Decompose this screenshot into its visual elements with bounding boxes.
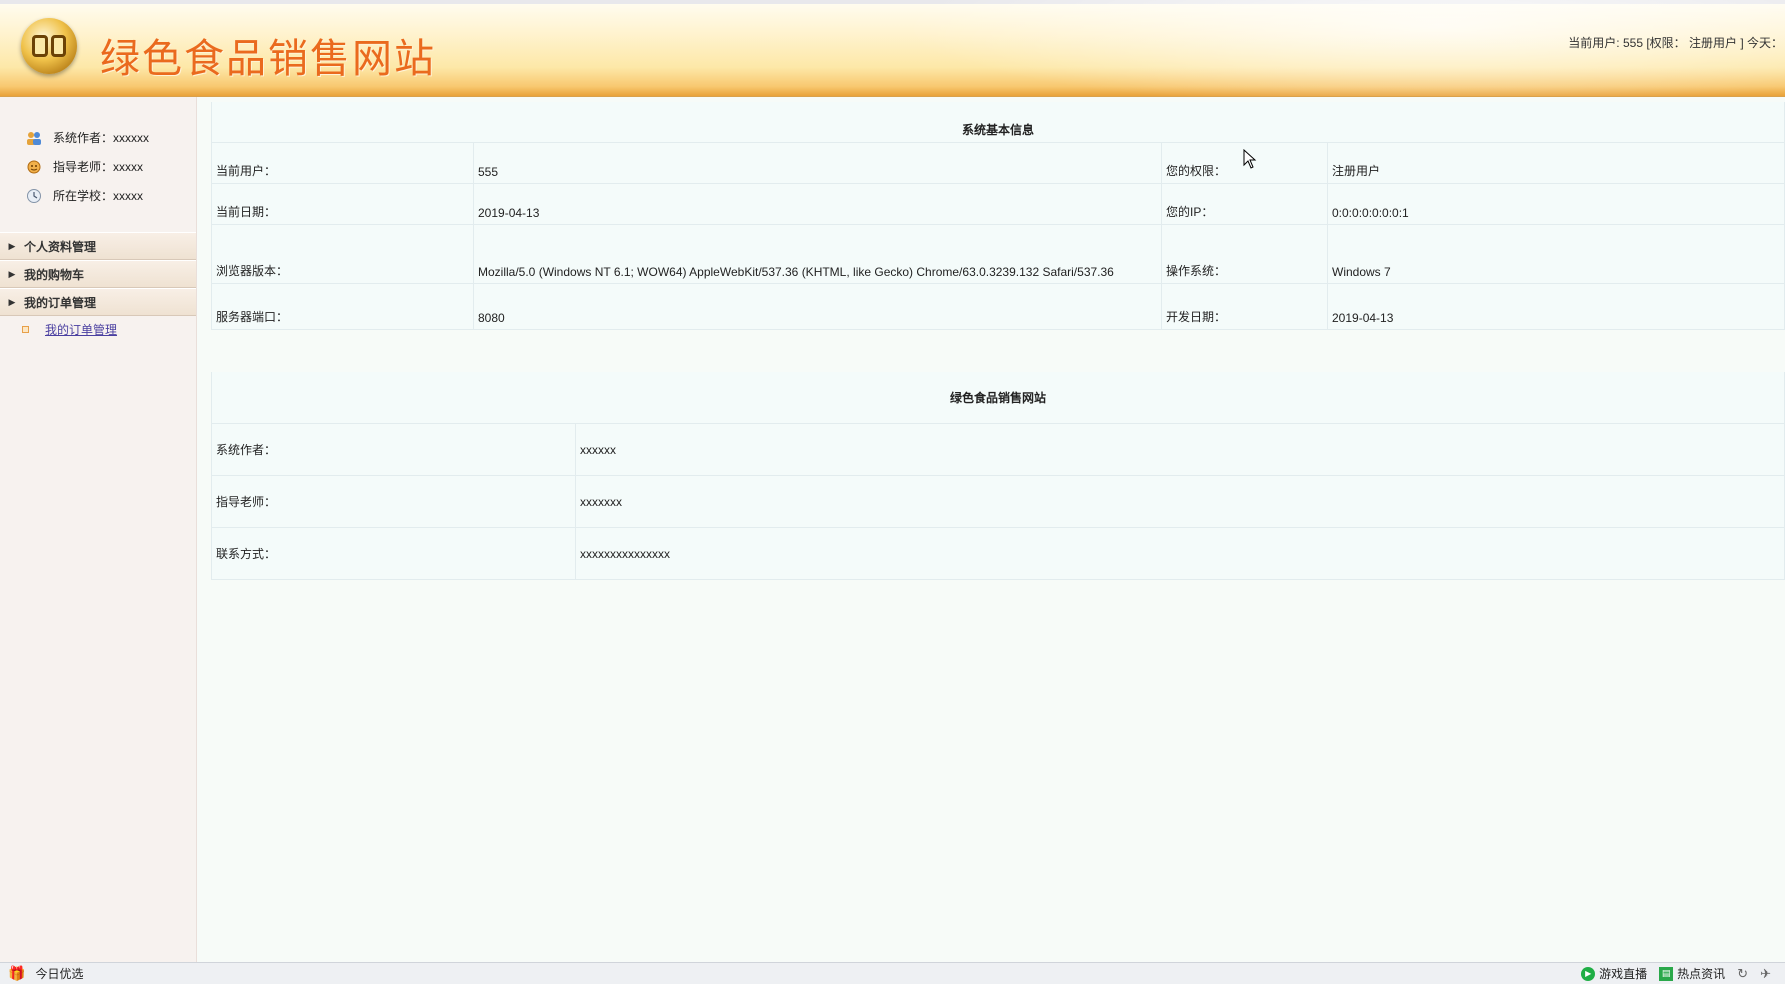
- users-icon: [25, 129, 43, 147]
- field-value: 2019-04-13: [473, 183, 1162, 225]
- mouse-cursor-icon: [1243, 149, 1257, 169]
- system-info-table: 系统基本信息 当前用户： 555 您的权限： 注册用户 当前日期： 2019-0…: [211, 102, 1785, 330]
- field-value: 8080: [473, 283, 1162, 330]
- sidebar-info: 系统作者：xxxxxx 指导老师：xxxxx 所在学校：xxxxx: [0, 97, 196, 210]
- field-label: 联系方式：: [211, 527, 576, 580]
- main-content: 系统基本信息 当前用户： 555 您的权限： 注册用户 当前日期： 2019-0…: [211, 102, 1785, 580]
- taskbar-right: ▶ 游戏直播 ▤ 热点资讯 ↻ ✈: [1581, 963, 1771, 984]
- table-row: 服务器端口： 8080 开发日期： 2019-04-13: [211, 283, 1785, 330]
- sidebar-info-label: 系统作者：xxxxxx: [53, 131, 150, 145]
- gift-icon: 🎁: [8, 965, 26, 981]
- table-row: 系统作者： xxxxxx: [211, 423, 1785, 476]
- hot-news-button[interactable]: ▤ 热点资讯: [1659, 965, 1725, 982]
- site-info-title: 绿色食品销售网站: [211, 371, 1785, 424]
- field-label: 服务器端口：: [211, 283, 474, 330]
- hot-news-label: 热点资讯: [1677, 967, 1726, 981]
- field-label: 指导老师：: [211, 475, 576, 528]
- sidebar-item-label: 个人资料管理: [24, 239, 97, 254]
- school-icon: [25, 187, 43, 205]
- field-value: 0:0:0:0:0:0:0:1: [1327, 183, 1785, 225]
- site-info-table: 绿色食品销售网站 系统作者： xxxxxx 指导老师： xxxxxxx 联系方式…: [211, 371, 1785, 580]
- site-logo-icon: [21, 18, 77, 74]
- field-label: 您的IP：: [1161, 183, 1328, 225]
- play-icon: ▶: [1581, 966, 1596, 981]
- sidebar-subitem-my-orders: 我的订单管理: [0, 316, 196, 342]
- taskbar-left-label: 今日优选: [35, 967, 84, 981]
- field-value: Windows 7: [1327, 224, 1785, 284]
- table-row: 浏览器版本： Mozilla/5.0 (Windows NT 6.1; WOW6…: [211, 224, 1785, 284]
- system-info-title: 系统基本信息: [211, 102, 1785, 143]
- table-row: 当前用户： 555 您的权限： 注册用户: [211, 142, 1785, 184]
- site-title: 绿色食品销售网站: [100, 36, 436, 82]
- game-live-button[interactable]: ▶ 游戏直播: [1581, 965, 1647, 982]
- field-label: 操作系统：: [1161, 224, 1328, 284]
- field-value: xxxxxxx: [575, 475, 1785, 528]
- sidebar: 系统作者：xxxxxx 指导老师：xxxxx 所在学校：xxxxx ▶ 个人资料…: [0, 97, 197, 962]
- sidebar-info-label: 指导老师：xxxxx: [53, 160, 144, 174]
- sidebar-info-school: 所在学校：xxxxx: [0, 181, 196, 210]
- sidebar-info-author: 系统作者：xxxxxx: [0, 123, 196, 152]
- teacher-icon: [25, 158, 43, 176]
- sidebar-item-label: 我的订单管理: [24, 295, 97, 310]
- site-header: 绿色食品销售网站 当前用户: 555 [权限： 注册用户 ] 今天： 2: [0, 0, 1785, 97]
- field-value: 注册用户: [1327, 142, 1785, 184]
- sidebar-menu: ▶ 个人资料管理 ▶ 我的购物车 ▶ 我的订单管理 我的订单管理: [0, 232, 196, 342]
- table-row: 联系方式： xxxxxxxxxxxxxxx: [211, 527, 1785, 580]
- sidebar-item-cart[interactable]: ▶ 我的购物车: [0, 260, 196, 288]
- field-label: 浏览器版本：: [211, 224, 474, 284]
- field-value: 2019-04-13: [1327, 283, 1785, 330]
- field-label: 开发日期：: [1161, 283, 1328, 330]
- pin-icon[interactable]: ✈: [1760, 966, 1771, 982]
- chevron-right-icon: ▶: [8, 240, 16, 251]
- bottom-taskbar: 🎁 今日优选 ▶ 游戏直播 ▤ 热点资讯 ↻ ✈: [0, 962, 1785, 984]
- table-row: 指导老师： xxxxxxx: [211, 475, 1785, 528]
- field-value: 555: [473, 142, 1162, 184]
- sidebar-item-label: 我的购物车: [24, 267, 85, 282]
- chevron-right-icon: ▶: [8, 268, 16, 279]
- field-label: 当前用户：: [211, 142, 474, 184]
- field-value: xxxxxxxxxxxxxxx: [575, 527, 1785, 580]
- game-live-label: 游戏直播: [1599, 967, 1648, 981]
- sidebar-info-teacher: 指导老师：xxxxx: [0, 152, 196, 181]
- refresh-icon[interactable]: ↻: [1737, 966, 1748, 982]
- sidebar-info-label: 所在学校：xxxxx: [53, 189, 144, 203]
- user-status-text: 当前用户: 555 [权限： 注册用户 ] 今天： 2: [1568, 36, 1785, 50]
- table-row: 当前日期： 2019-04-13 您的IP： 0:0:0:0:0:0:0:1: [211, 183, 1785, 225]
- my-orders-link[interactable]: 我的订单管理: [45, 321, 117, 338]
- chevron-right-icon: ▶: [8, 296, 16, 307]
- field-label: 系统作者：: [211, 423, 576, 476]
- news-icon: ▤: [1659, 966, 1674, 981]
- field-value: Mozilla/5.0 (Windows NT 6.1; WOW64) Appl…: [473, 224, 1162, 284]
- sidebar-item-profile[interactable]: ▶ 个人资料管理: [0, 232, 196, 260]
- field-label: 当前日期：: [211, 183, 474, 225]
- field-value: xxxxxx: [575, 423, 1785, 476]
- sidebar-item-orders[interactable]: ▶ 我的订单管理: [0, 288, 196, 316]
- taskbar-left[interactable]: 🎁 今日优选: [0, 965, 83, 982]
- bullet-icon: [22, 325, 29, 333]
